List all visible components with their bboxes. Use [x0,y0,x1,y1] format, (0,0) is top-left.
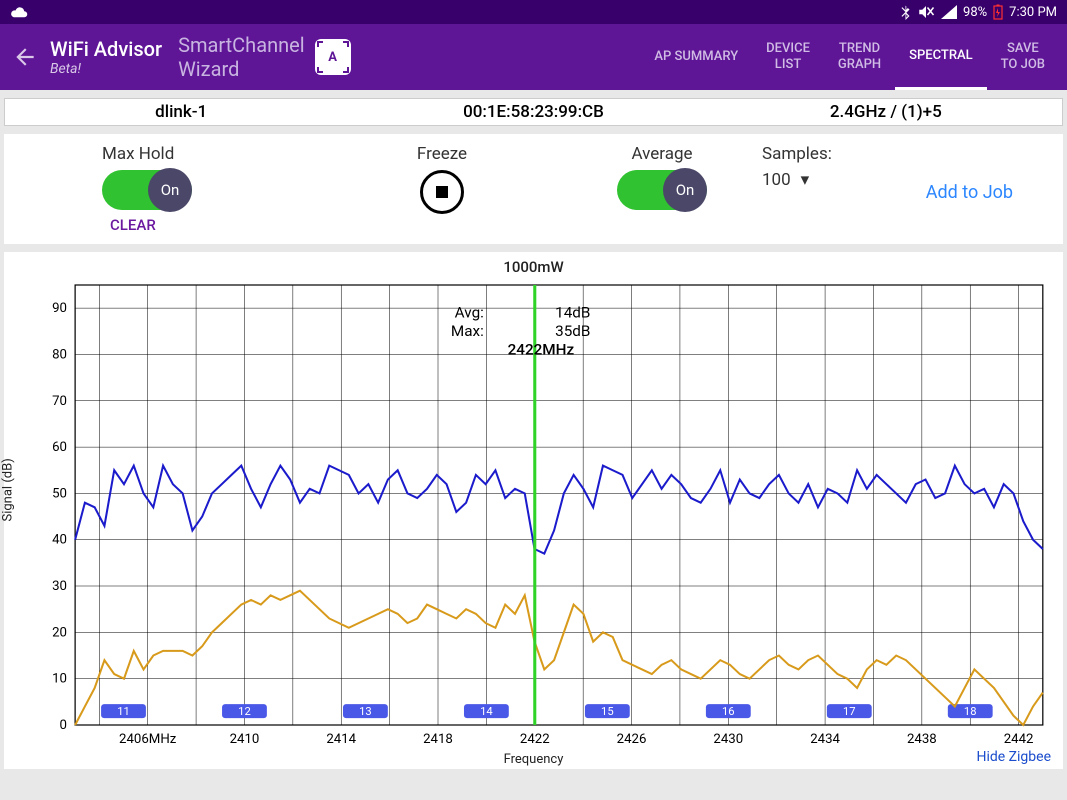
svg-text:18: 18 [964,705,977,718]
maxhold-toggle[interactable]: On [102,170,192,210]
svg-text:20: 20 [52,625,67,640]
svg-text:40: 40 [52,533,67,548]
svg-text:Max:: Max: [451,322,484,340]
svg-text:2422MHz: 2422MHz [508,341,575,359]
svg-text:2442: 2442 [1004,732,1034,747]
svg-text:70: 70 [52,394,67,409]
clock: 7:30 PM [1009,5,1057,20]
app-bar: WiFi Advisor Beta! SmartChannel Wizard A… [0,24,1067,90]
band: 2.4GHz / (1)+5 [710,102,1062,122]
svg-text:Avg:: Avg: [455,304,484,322]
tab-trend-graph[interactable]: TRENDGRAPH [824,24,895,90]
svg-text:2426: 2426 [617,732,647,747]
chart-card: 1000mW 0 10 20 30 40 50 60 70 80 90 2406MHz 2410 241… [4,252,1063,769]
svg-text:2422: 2422 [520,732,550,747]
app-title-block: WiFi Advisor Beta! [50,37,162,77]
maxhold-label: Max Hold [102,144,174,164]
samples-label: Samples: [762,144,1045,164]
smartchannel-button[interactable]: SmartChannel Wizard A [178,33,351,81]
svg-text:14dB: 14dB [555,304,590,322]
hide-zigbee-button[interactable]: Hide Zigbee [976,749,1051,765]
cloud-icon [10,5,28,19]
svg-text:2418: 2418 [423,732,453,747]
svg-text:0: 0 [60,718,67,733]
status-bar: 98% 7:30 PM [0,0,1067,24]
svg-text:17: 17 [843,705,856,718]
svg-text:15: 15 [601,705,614,718]
add-to-job-button[interactable]: Add to Job [926,182,1013,203]
svg-text:2438: 2438 [907,732,937,747]
tab-spectral[interactable]: SPECTRAL [895,24,987,90]
tab-ap-summary[interactable]: AP SUMMARY [640,24,752,90]
mac: 00:1E:58:23:99:CB [357,102,709,122]
svg-text:11: 11 [117,705,130,718]
svg-text:2414: 2414 [326,732,356,747]
app-subtitle: Beta! [50,61,162,77]
y-axis-label: Signal (dB) [1,458,16,521]
average-toggle[interactable]: On [617,170,707,210]
spectral-plot[interactable]: 0 10 20 30 40 50 60 70 80 90 2406MHz 2410 2414 2418 24… [14,280,1053,765]
battery-icon [993,4,1003,20]
ap-info-row: dlink-1 00:1E:58:23:99:CB 2.4GHz / (1)+5 [4,98,1063,126]
freeze-button[interactable] [420,170,464,214]
chevron-down-icon: ▾ [801,170,810,190]
svg-text:13: 13 [359,705,372,718]
svg-text:2430: 2430 [713,732,743,747]
svg-text:90: 90 [52,301,67,316]
svg-text:2434: 2434 [810,732,840,747]
svg-text:2410: 2410 [230,732,260,747]
svg-text:14: 14 [480,705,493,718]
tab-save-to-job[interactable]: SAVETO JOB [987,24,1059,90]
svg-text:10: 10 [52,672,67,687]
chart-title: 1000mW [14,258,1053,276]
back-button[interactable] [8,40,42,74]
tab-device-list[interactable]: DEVICELIST [752,24,824,90]
freeze-label: Freeze [417,144,467,164]
tab-bar: AP SUMMARYDEVICELISTTRENDGRAPHSPECTRALSA… [640,24,1059,90]
svg-text:12: 12 [238,705,251,718]
svg-text:50: 50 [52,487,67,502]
app-title: WiFi Advisor [50,37,162,61]
signal-icon [941,5,957,19]
svg-text:2406MHz: 2406MHz [119,732,177,747]
svg-text:60: 60 [52,440,67,455]
controls-panel: Max Hold On Freeze Average On Samples: 1… [4,134,1063,244]
bluetooth-icon [900,4,911,20]
ssid: dlink-1 [5,102,357,122]
wizard-icon: A [315,39,351,75]
svg-text:80: 80 [52,348,67,363]
mute-icon [917,4,935,20]
x-axis-label: Frequency [14,752,1053,767]
svg-text:35dB: 35dB [555,322,590,340]
clear-button[interactable]: CLEAR [110,216,156,234]
battery-pct: 98% [963,5,987,20]
svg-text:16: 16 [722,705,735,718]
average-label: Average [631,144,692,164]
svg-text:30: 30 [52,579,67,594]
